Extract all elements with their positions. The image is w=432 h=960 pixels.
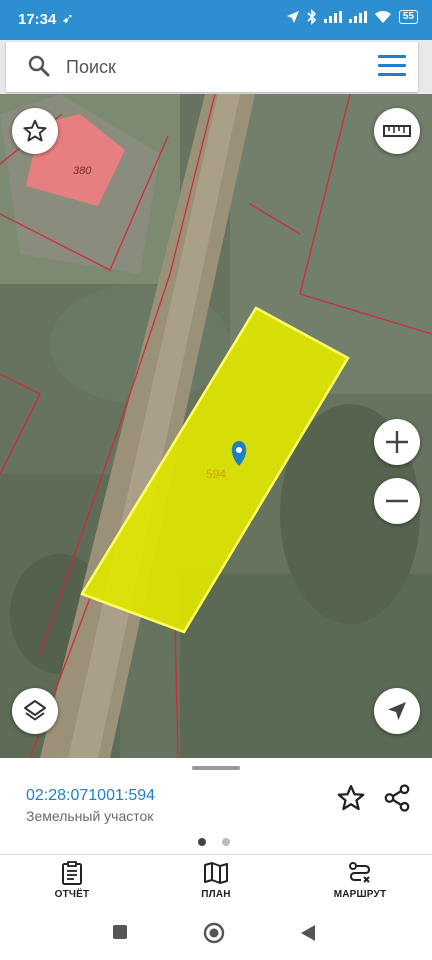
ruler-button[interactable] — [374, 108, 420, 154]
cadastral-number[interactable]: 02:28:071001:594 — [26, 787, 155, 805]
notification-icon: ➹ — [62, 10, 74, 26]
search-icon[interactable] — [28, 55, 50, 77]
favorite-star-icon[interactable] — [336, 783, 366, 813]
search-input[interactable] — [66, 54, 356, 80]
zoom-out-button[interactable] — [374, 478, 420, 524]
minus-icon — [386, 499, 408, 503]
share-icon[interactable] — [382, 783, 412, 813]
battery-indicator: 55 — [398, 10, 418, 24]
parcel-label[interactable]: 594 — [206, 467, 226, 481]
sheet-drag-handle[interactable] — [192, 766, 240, 770]
location-arrow-icon — [286, 11, 299, 23]
map-plan-icon — [204, 862, 228, 884]
bottom-sheet[interactable]: 02:28:071001:594 Земельный участок — [0, 758, 432, 854]
bluetooth-icon — [307, 9, 317, 25]
home-icon[interactable] — [203, 922, 225, 944]
signal-icon — [323, 11, 342, 23]
tab-report[interactable]: ОТЧЁТ — [22, 861, 122, 900]
page-dot-2[interactable] — [222, 838, 230, 846]
status-icons: 55 — [286, 9, 418, 25]
signal-icon-2 — [348, 11, 367, 23]
layers-icon — [24, 700, 46, 721]
star-icon — [23, 119, 47, 142]
tab-route-label: МАРШРУТ — [333, 889, 387, 900]
tab-route[interactable]: МАРШРУТ — [310, 861, 410, 900]
tab-plan-label: ПЛАН — [201, 889, 231, 900]
house-label: 380 — [73, 165, 92, 177]
my-location-button[interactable] — [374, 688, 420, 734]
ruler-icon — [383, 125, 411, 137]
bottom-tab-bar: ОТЧЁТ ПЛАН МАРШРУТ — [0, 854, 432, 910]
layers-button[interactable] — [12, 688, 58, 734]
tab-plan[interactable]: ПЛАН — [166, 861, 266, 900]
object-type: Земельный участок — [26, 808, 154, 824]
page-dot-1[interactable] — [198, 838, 206, 846]
search-bar — [6, 42, 418, 92]
system-nav-bar — [0, 910, 432, 960]
page-indicator — [198, 838, 230, 846]
navigation-arrow-icon — [388, 702, 406, 720]
plus-icon — [386, 431, 408, 453]
map-view[interactable]: 380 594 — [0, 94, 432, 758]
wifi-icon — [374, 11, 391, 23]
recents-icon[interactable] — [112, 924, 128, 940]
satellite-background — [0, 94, 432, 758]
tab-report-label: ОТЧЁТ — [54, 889, 90, 900]
back-icon[interactable] — [300, 924, 316, 942]
status-time: 17:34 — [18, 11, 57, 28]
status-bar: 17:34 ➹ 55 — [0, 0, 432, 40]
menu-icon[interactable] — [378, 54, 406, 78]
favorites-button[interactable] — [12, 108, 58, 154]
report-icon — [62, 861, 82, 885]
route-icon — [349, 862, 371, 883]
search-area — [0, 40, 432, 94]
zoom-in-button[interactable] — [374, 419, 420, 465]
